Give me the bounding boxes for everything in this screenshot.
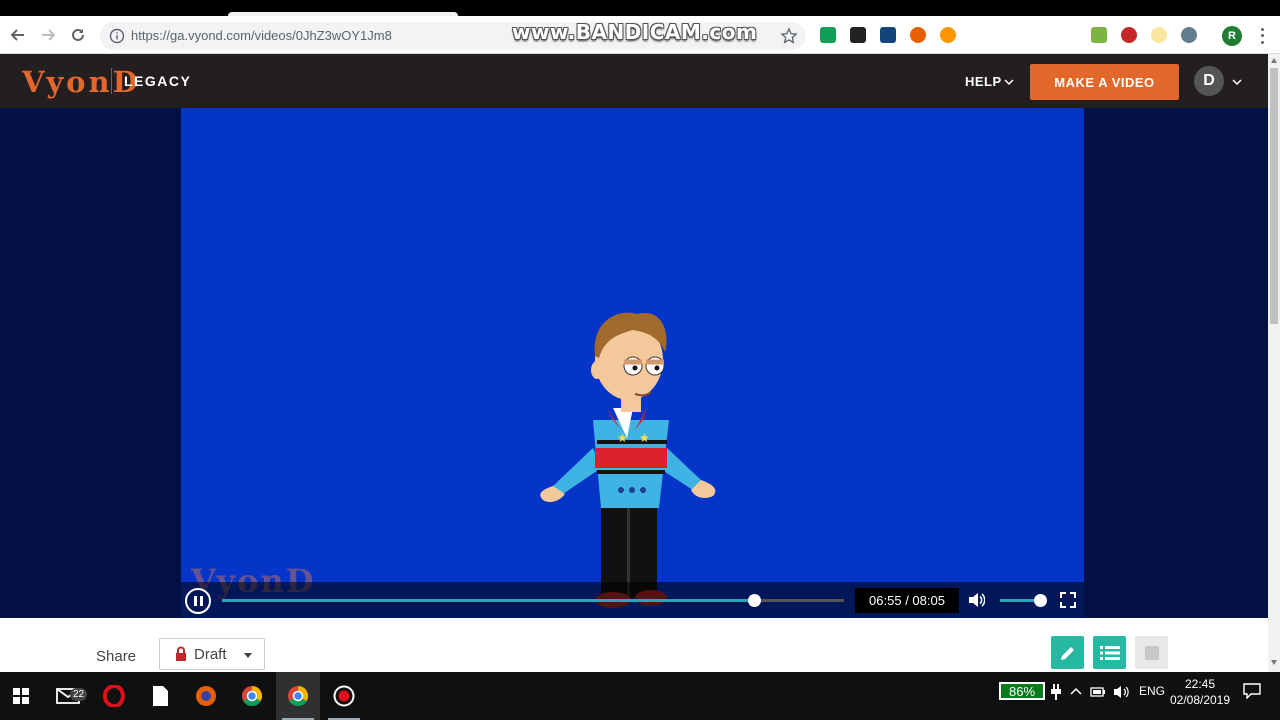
chrome-icon — [288, 685, 309, 707]
chrome-icon — [242, 685, 263, 707]
edit-icon — [1060, 646, 1074, 660]
user-avatar[interactable]: D — [1194, 66, 1224, 96]
screen: https://ga.vyond.com/videos/0JhZ3wOY1Jm8… — [0, 0, 1280, 720]
site-info-icon[interactable] — [109, 28, 125, 49]
back-icon[interactable] — [7, 24, 29, 46]
forward-icon[interactable] — [37, 24, 59, 46]
opera-icon — [103, 685, 125, 707]
caret-down-icon — [244, 653, 252, 658]
browser-profile-avatar[interactable]: R — [1222, 26, 1242, 46]
seek-bar[interactable] — [222, 594, 844, 607]
volume-icon[interactable] — [967, 591, 986, 614]
vyond-logo[interactable]: VyonD — [22, 65, 141, 99]
chrome-app-active[interactable] — [276, 672, 320, 720]
system-clock[interactable]: 22:45 02/08/2019 — [1166, 676, 1234, 708]
player-controls: 06:55 / 08:05 — [181, 582, 1084, 618]
pause-button[interactable] — [185, 588, 211, 614]
notifications-icon[interactable] — [1243, 683, 1261, 704]
svg-text:★: ★ — [617, 431, 628, 445]
file-icon — [153, 686, 168, 706]
fullscreen-icon[interactable] — [1059, 591, 1077, 614]
list-icon — [1099, 645, 1120, 660]
windows-taskbar — [0, 672, 1280, 720]
page: VyonD LEGACY HELP MAKE A VIDEO D ★ ★ Vyo… — [0, 54, 1268, 672]
bandicam-app[interactable] — [322, 672, 366, 720]
windows-logo-icon — [13, 688, 29, 704]
clock-date: 02/08/2019 — [1169, 693, 1231, 707]
site-header: VyonD LEGACY HELP MAKE A VIDEO D — [0, 54, 1268, 108]
share-label: Share — [96, 648, 137, 665]
list-button[interactable] — [1093, 636, 1126, 669]
power-plug-icon[interactable] — [1050, 684, 1062, 705]
extension-icon[interactable] — [1091, 27, 1107, 43]
volume-handle[interactable] — [1034, 594, 1048, 607]
firefox-app[interactable] — [184, 672, 228, 720]
opera-app[interactable] — [92, 672, 136, 720]
firefox-extension-icon[interactable] — [910, 27, 926, 43]
scrollbar-thumb[interactable] — [1270, 68, 1278, 324]
start-button[interactable] — [0, 672, 42, 720]
square-icon — [1144, 645, 1159, 660]
chevron-down-icon[interactable] — [1232, 74, 1242, 92]
time-display: 06:55 / 08:05 — [855, 588, 959, 613]
video-footer: Share Draft — [0, 618, 1268, 672]
chevron-up-icon[interactable] — [1070, 684, 1082, 705]
page-scrollbar[interactable] — [1268, 54, 1280, 672]
edit-button[interactable] — [1051, 636, 1084, 669]
bandicam-watermark: www.BANDICAM.com — [512, 20, 758, 44]
seek-handle[interactable] — [747, 594, 761, 607]
scroll-down-icon[interactable] — [1271, 660, 1277, 665]
browser-toolbar: https://ga.vyond.com/videos/0JhZ3wOY1Jm8… — [0, 16, 1280, 54]
extension-icon[interactable] — [1151, 27, 1167, 43]
disabled-action-button[interactable] — [1135, 636, 1168, 669]
lock-icon — [174, 646, 188, 667]
logo-divider — [111, 68, 112, 94]
svg-text:★: ★ — [639, 431, 650, 445]
scroll-up-icon[interactable] — [1271, 58, 1277, 63]
cartoon-character: ★ ★ — [540, 312, 716, 608]
notepad-app[interactable] — [138, 672, 182, 720]
reload-icon[interactable] — [67, 24, 89, 46]
video-player[interactable]: ★ ★ VyonD 06:55 / 08:05 — [181, 108, 1084, 618]
address-url: https://ga.vyond.com/videos/0JhZ3wOY1Jm8 — [131, 28, 392, 43]
seek-progress — [222, 599, 754, 602]
battery-indicator[interactable]: 86% — [999, 682, 1045, 700]
make-a-video-button[interactable]: MAKE A VIDEO — [1030, 64, 1179, 100]
draft-label: Draft — [194, 646, 227, 663]
extension-icon[interactable] — [820, 27, 836, 43]
record-icon — [333, 685, 355, 707]
battery-icon[interactable] — [1090, 684, 1106, 705]
draft-status-dropdown[interactable]: Draft — [159, 638, 265, 670]
browser-menu-icon[interactable] — [1258, 26, 1266, 46]
browser-tab-strip — [0, 0, 1280, 16]
extension-icon[interactable] — [1121, 27, 1137, 43]
extension-icon[interactable] — [880, 27, 896, 43]
chevron-down-icon[interactable] — [1004, 74, 1014, 92]
extension-icon[interactable] — [940, 27, 956, 43]
mail-unread-badge: 22 — [70, 688, 88, 701]
product-label: LEGACY — [124, 73, 192, 89]
extension-icon[interactable] — [1181, 27, 1197, 43]
speaker-icon[interactable] — [1113, 684, 1129, 705]
extension-icon[interactable] — [850, 27, 866, 43]
input-language[interactable]: ENG — [1139, 684, 1165, 698]
volume-slider[interactable] — [1000, 594, 1048, 607]
firefox-icon — [196, 686, 216, 706]
bookmark-star-icon[interactable] — [780, 27, 798, 50]
chrome-app[interactable] — [230, 672, 274, 720]
help-menu[interactable]: HELP — [965, 74, 1002, 89]
clock-time: 22:45 — [1184, 677, 1216, 691]
